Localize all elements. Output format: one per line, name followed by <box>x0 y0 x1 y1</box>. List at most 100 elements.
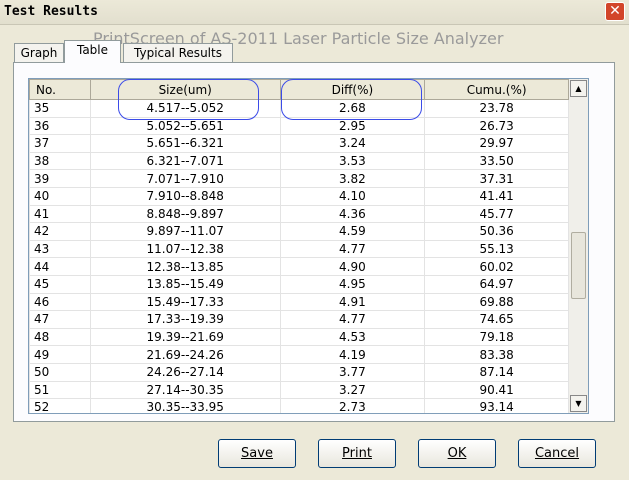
cell-cumu: 69.88 <box>424 292 569 312</box>
cell-size: 17.33--19.39 <box>89 310 281 329</box>
diff-highlight-outline <box>281 79 422 120</box>
vertical-scrollbar[interactable]: ▲ ▼ <box>569 79 588 413</box>
cell-no: 43 <box>29 239 91 259</box>
table-row[interactable]: 50 24.26--27.14 3.77 87.14 <box>29 362 569 382</box>
ok-button[interactable]: OK <box>418 439 496 468</box>
table-row[interactable]: 43 11.07--12.38 4.77 55.13 <box>29 239 569 259</box>
cell-no: 51 <box>29 380 91 400</box>
cell-no: 39 <box>29 169 91 188</box>
cell-cumu: 23.78 <box>424 99 569 118</box>
cell-cumu: 26.73 <box>424 116 569 136</box>
cell-cumu: 64.97 <box>424 274 569 294</box>
cell-no: 44 <box>29 257 91 276</box>
cell-diff: 3.53 <box>279 151 426 171</box>
cell-diff: 4.19 <box>279 345 426 364</box>
results-table: No. Size(um) Diff(%) Cumu.(%) 35 4.517--5… <box>29 79 569 413</box>
table-row[interactable]: 49 21.69--24.26 4.19 83.38 <box>29 345 569 364</box>
cell-diff: 4.90 <box>279 257 426 276</box>
cell-size: 30.35--33.95 <box>89 398 281 413</box>
cell-size: 12.38--13.85 <box>89 257 281 276</box>
cell-diff: 2.73 <box>279 398 426 413</box>
cell-size: 11.07--12.38 <box>89 239 281 259</box>
cell-diff: 4.59 <box>279 222 426 241</box>
cell-no: 49 <box>29 345 91 364</box>
cell-no: 47 <box>29 310 91 329</box>
cell-diff: 4.95 <box>279 274 426 294</box>
cell-no: 45 <box>29 274 91 294</box>
column-header-no[interactable]: No. <box>29 79 91 100</box>
cell-cumu: 90.41 <box>424 380 569 400</box>
scroll-down-icon[interactable]: ▼ <box>570 395 587 412</box>
cell-diff: 3.27 <box>279 380 426 400</box>
cell-diff: 3.82 <box>279 169 426 188</box>
table-row[interactable]: 52 30.35--33.95 2.73 93.14 <box>29 398 569 413</box>
cell-cumu: 41.41 <box>424 186 569 206</box>
cell-no: 36 <box>29 116 91 136</box>
table-row[interactable]: 45 13.85--15.49 4.95 64.97 <box>29 274 569 294</box>
cell-no: 41 <box>29 204 91 224</box>
table-row[interactable]: 51 27.14--30.35 3.27 90.41 <box>29 380 569 400</box>
cell-cumu: 37.31 <box>424 169 569 188</box>
cell-cumu: 29.97 <box>424 134 569 153</box>
table-row[interactable]: 48 19.39--21.69 4.53 79.18 <box>29 327 569 347</box>
scrollbar-thumb[interactable] <box>571 232 586 299</box>
cell-diff: 4.77 <box>279 239 426 259</box>
cancel-button[interactable]: Cancel <box>518 439 596 468</box>
results-grid[interactable]: No. Size(um) Diff(%) Cumu.(%) 35 4.517--5… <box>28 78 589 414</box>
cell-no: 50 <box>29 362 91 382</box>
table-row[interactable]: 40 7.910--8.848 4.10 41.41 <box>29 186 569 206</box>
cell-size: 13.85--15.49 <box>89 274 281 294</box>
cell-cumu: 55.13 <box>424 239 569 259</box>
table-body: 35 4.517--5.052 2.68 23.78 36 5.052--5.651 2.9… <box>29 99 569 413</box>
cell-cumu: 79.18 <box>424 327 569 347</box>
cell-cumu: 33.50 <box>424 151 569 171</box>
window-title: Test Results <box>4 4 98 19</box>
cell-diff: 4.53 <box>279 327 426 347</box>
cell-size: 7.071--7.910 <box>89 169 281 188</box>
cell-size: 5.651--6.321 <box>89 134 281 153</box>
column-header-cumu[interactable]: Cumu.(%) <box>424 79 569 100</box>
table-row[interactable]: 39 7.071--7.910 3.82 37.31 <box>29 169 569 188</box>
table-row[interactable]: 38 6.321--7.071 3.53 33.50 <box>29 151 569 171</box>
cell-no: 48 <box>29 327 91 347</box>
cell-size: 6.321--7.071 <box>89 151 281 171</box>
cancel-button-label: Cancel <box>534 446 580 461</box>
cell-no: 37 <box>29 134 91 153</box>
cell-size: 9.897--11.07 <box>89 222 281 241</box>
tab-typical-results[interactable]: Typical Results <box>123 43 233 63</box>
cell-diff: 4.91 <box>279 292 426 312</box>
save-button[interactable]: Save <box>218 439 296 468</box>
cell-cumu: 87.14 <box>424 362 569 382</box>
close-icon[interactable]: ✕ <box>605 2 625 21</box>
cell-diff: 4.36 <box>279 204 426 224</box>
table-row[interactable]: 37 5.651--6.321 3.24 29.97 <box>29 134 569 153</box>
cell-size: 24.26--27.14 <box>89 362 281 382</box>
cell-no: 46 <box>29 292 91 312</box>
cell-cumu: 93.14 <box>424 398 569 413</box>
cell-size: 8.848--9.897 <box>89 204 281 224</box>
tab-graph[interactable]: Graph <box>14 43 64 63</box>
cell-diff: 4.77 <box>279 310 426 329</box>
print-button[interactable]: Print <box>318 439 396 468</box>
ok-button-label: OK <box>447 446 467 461</box>
title-bar: Test Results ✕ <box>0 0 629 25</box>
cell-cumu: 83.38 <box>424 345 569 364</box>
cell-cumu: 74.65 <box>424 310 569 329</box>
table-row[interactable]: 44 12.38--13.85 4.90 60.02 <box>29 257 569 276</box>
scroll-up-icon[interactable]: ▲ <box>570 80 587 97</box>
print-button-label: Print <box>342 446 372 461</box>
tab-table[interactable]: Table <box>64 40 121 63</box>
table-row[interactable]: 42 9.897--11.07 4.59 50.36 <box>29 222 569 241</box>
cell-size: 7.910--8.848 <box>89 186 281 206</box>
cell-size: 15.49--17.33 <box>89 292 281 312</box>
cell-no: 35 <box>29 99 91 118</box>
cell-diff: 4.10 <box>279 186 426 206</box>
cell-no: 40 <box>29 186 91 206</box>
table-row[interactable]: 46 15.49--17.33 4.91 69.88 <box>29 292 569 312</box>
table-row[interactable]: 47 17.33--19.39 4.77 74.65 <box>29 310 569 329</box>
cell-size: 27.14--30.35 <box>89 380 281 400</box>
cell-size: 19.39--21.69 <box>89 327 281 347</box>
cell-no: 52 <box>29 398 91 413</box>
cell-cumu: 60.02 <box>424 257 569 276</box>
table-row[interactable]: 41 8.848--9.897 4.36 45.77 <box>29 204 569 224</box>
